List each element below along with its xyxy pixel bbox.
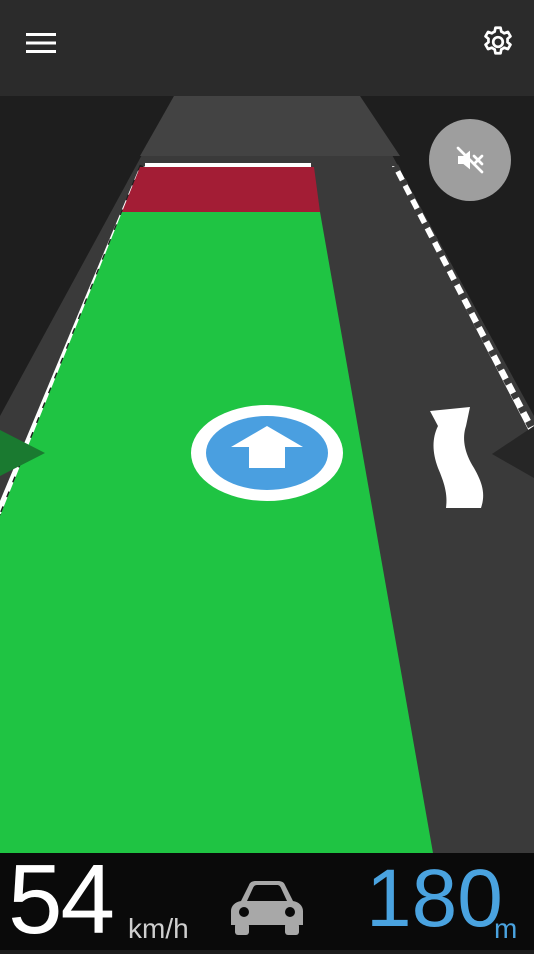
current-speed: 54: [8, 844, 115, 954]
status-bar: 54 km/h 180 m: [0, 849, 534, 950]
road-view: [0, 96, 534, 853]
volume-muted-icon: [456, 146, 484, 174]
gear-icon: [484, 26, 512, 55]
settings-button[interactable]: [474, 18, 522, 66]
distance-unit: m: [494, 913, 518, 944]
distance-to-turn: 180: [366, 853, 503, 944]
stop-zone: [122, 167, 320, 212]
stop-line: [145, 163, 311, 167]
car-icon: [231, 881, 303, 935]
top-bar: [0, 0, 534, 96]
menu-button[interactable]: [18, 20, 64, 66]
speed-unit: km/h: [128, 913, 189, 944]
road-surface-far-shade: [140, 96, 400, 156]
hamburger-menu-icon: [26, 33, 56, 53]
mute-button[interactable]: [429, 119, 511, 201]
